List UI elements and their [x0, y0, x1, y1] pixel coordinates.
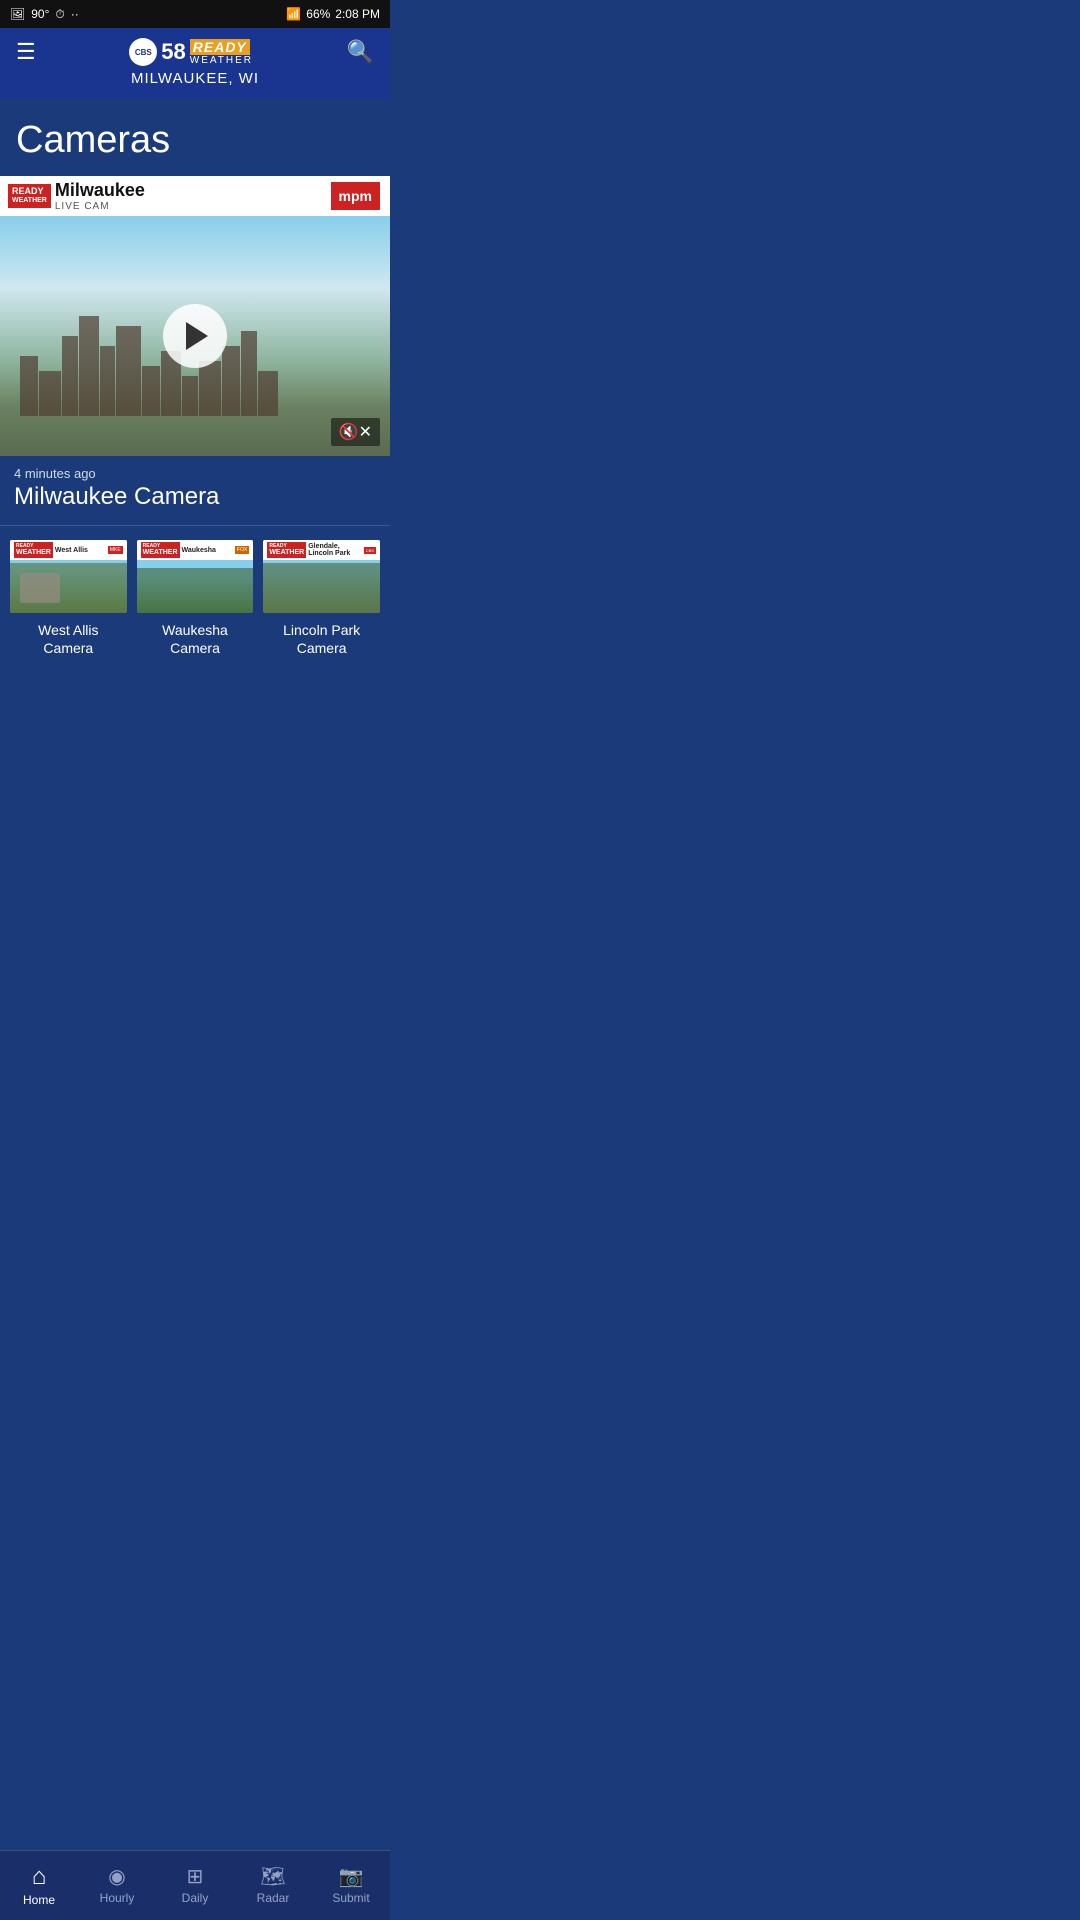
thumb-brand-badge-lincoln: READYWEATHER Glendale, Lincoln Park [267, 542, 363, 558]
nav-home[interactable]: ⌂ Home [0, 1851, 78, 1920]
thumbnail-lincoln-park[interactable]: READYWEATHER Glendale, Lincoln Park CBS … [263, 540, 380, 657]
ready-label: READY [190, 39, 250, 55]
thumb-label-lincoln-park: Lincoln ParkCamera [283, 621, 360, 657]
ready-weather-branding: READY WEATHER [190, 39, 253, 66]
camera-name: Milwaukee Camera [14, 483, 376, 511]
main-camera-section[interactable]: READYWEATHER Milwaukee LIVE CAM mpm [0, 176, 390, 456]
nav-spacer [0, 671, 390, 741]
thumb-img-waukesha: READYWEATHER Waukesha FOX [137, 540, 254, 613]
camera-brand-badge: READYWEATHER Milwaukee LIVE CAM [8, 180, 145, 212]
status-left: 🖼 90° ⏱ ·· [10, 7, 79, 22]
thumb-location-waukesha: Waukesha [182, 547, 216, 554]
camera-city-name: Milwaukee [55, 180, 145, 201]
thumbnail-waukesha[interactable]: READYWEATHER Waukesha FOX WaukeshaCamera [137, 540, 254, 657]
status-right: 📶 66% 2:08 PM [286, 7, 380, 21]
location-display: MILWAUKEE, WI [131, 70, 259, 87]
clock-icon: ⏱ [55, 7, 64, 22]
temperature-status: 90° [31, 7, 49, 21]
nav-radar[interactable]: 🗺 Radar [234, 1851, 312, 1920]
thumb-img-lincoln-park: READYWEATHER Glendale, Lincoln Park CBS [263, 540, 380, 613]
ready-weather-badge-box: READYWEATHER [8, 184, 51, 207]
camera-header-bar: READYWEATHER Milwaukee LIVE CAM mpm [0, 176, 390, 216]
search-button[interactable]: 🔍 [347, 39, 374, 65]
camera-info-section: 4 minutes ago Milwaukee Camera [0, 456, 390, 526]
nav-submit[interactable]: 📷 Submit [312, 1851, 390, 1920]
camera-live-label: LIVE CAM [55, 201, 145, 212]
nav-daily[interactable]: ⊞ Daily [156, 1851, 234, 1920]
weather-label: WEATHER [190, 55, 253, 66]
thumb-label-waukesha: WaukeshaCamera [162, 621, 228, 657]
page-title-section: Cameras [0, 99, 390, 176]
cbs-logo-circle: CBS [129, 38, 157, 66]
camera-time-ago: 4 minutes ago [14, 466, 376, 481]
nav-home-label: Home [23, 1893, 55, 1907]
time-status: 2:08 PM [335, 7, 380, 21]
thumbnail-west-allis[interactable]: READYWEATHER West Allis MKE West AllisCa… [10, 540, 127, 657]
play-triangle-icon [186, 322, 208, 350]
status-bar: 🖼 90° ⏱ ·· 📶 66% 2:08 PM [0, 0, 390, 28]
radar-icon: 🗺 [260, 1867, 285, 1887]
nav-daily-label: Daily [182, 1891, 209, 1905]
nav-submit-label: Submit [332, 1891, 369, 1905]
home-icon: ⌂ [32, 1865, 47, 1889]
cbs-number: 58 [161, 39, 185, 65]
play-button[interactable] [163, 304, 227, 368]
camera-video-area[interactable]: 🔇✕ [0, 216, 390, 456]
bottom-navigation: ⌂ Home ◉ Hourly ⊞ Daily 🗺 Radar 📷 Submit [0, 1850, 390, 1920]
dots-icon: ·· [71, 7, 79, 21]
submit-icon: 📷 [339, 1867, 364, 1887]
thumb-img-west-allis: READYWEATHER West Allis MKE [10, 540, 127, 613]
nav-hourly[interactable]: ◉ Hourly [78, 1851, 156, 1920]
thumb-brand-badge-waukesha: READYWEATHER Waukesha [141, 542, 216, 558]
menu-button[interactable]: ☰ [16, 41, 36, 63]
mpm-badge: mpm [329, 180, 382, 212]
daily-icon: ⊞ [187, 1867, 204, 1887]
page-title: Cameras [16, 119, 374, 162]
battery-status: 66% [306, 7, 330, 21]
thumb-location-west-allis: West Allis [55, 547, 88, 554]
wifi-icon: 📶 [286, 7, 301, 21]
photo-icon: 🖼 [10, 7, 25, 21]
thumb-location-lincoln: Glendale, Lincoln Park [308, 543, 364, 557]
thumb-brand-badge: READYWEATHER West Allis [14, 542, 88, 558]
app-logo: CBS 58 READY WEATHER [129, 38, 253, 66]
camera-thumbnail-grid: READYWEATHER West Allis MKE West AllisCa… [0, 526, 390, 671]
logo-container: CBS 58 READY WEATHER [129, 38, 253, 66]
app-header: ☰ CBS 58 READY WEATHER 🔍 MILWAUKEE, WI [0, 28, 390, 99]
nav-radar-label: Radar [257, 1891, 290, 1905]
thumb-label-west-allis: West AllisCamera [38, 621, 98, 657]
hourly-icon: ◉ [108, 1867, 125, 1887]
nav-hourly-label: Hourly [100, 1891, 135, 1905]
mute-button[interactable]: 🔇✕ [331, 418, 380, 446]
